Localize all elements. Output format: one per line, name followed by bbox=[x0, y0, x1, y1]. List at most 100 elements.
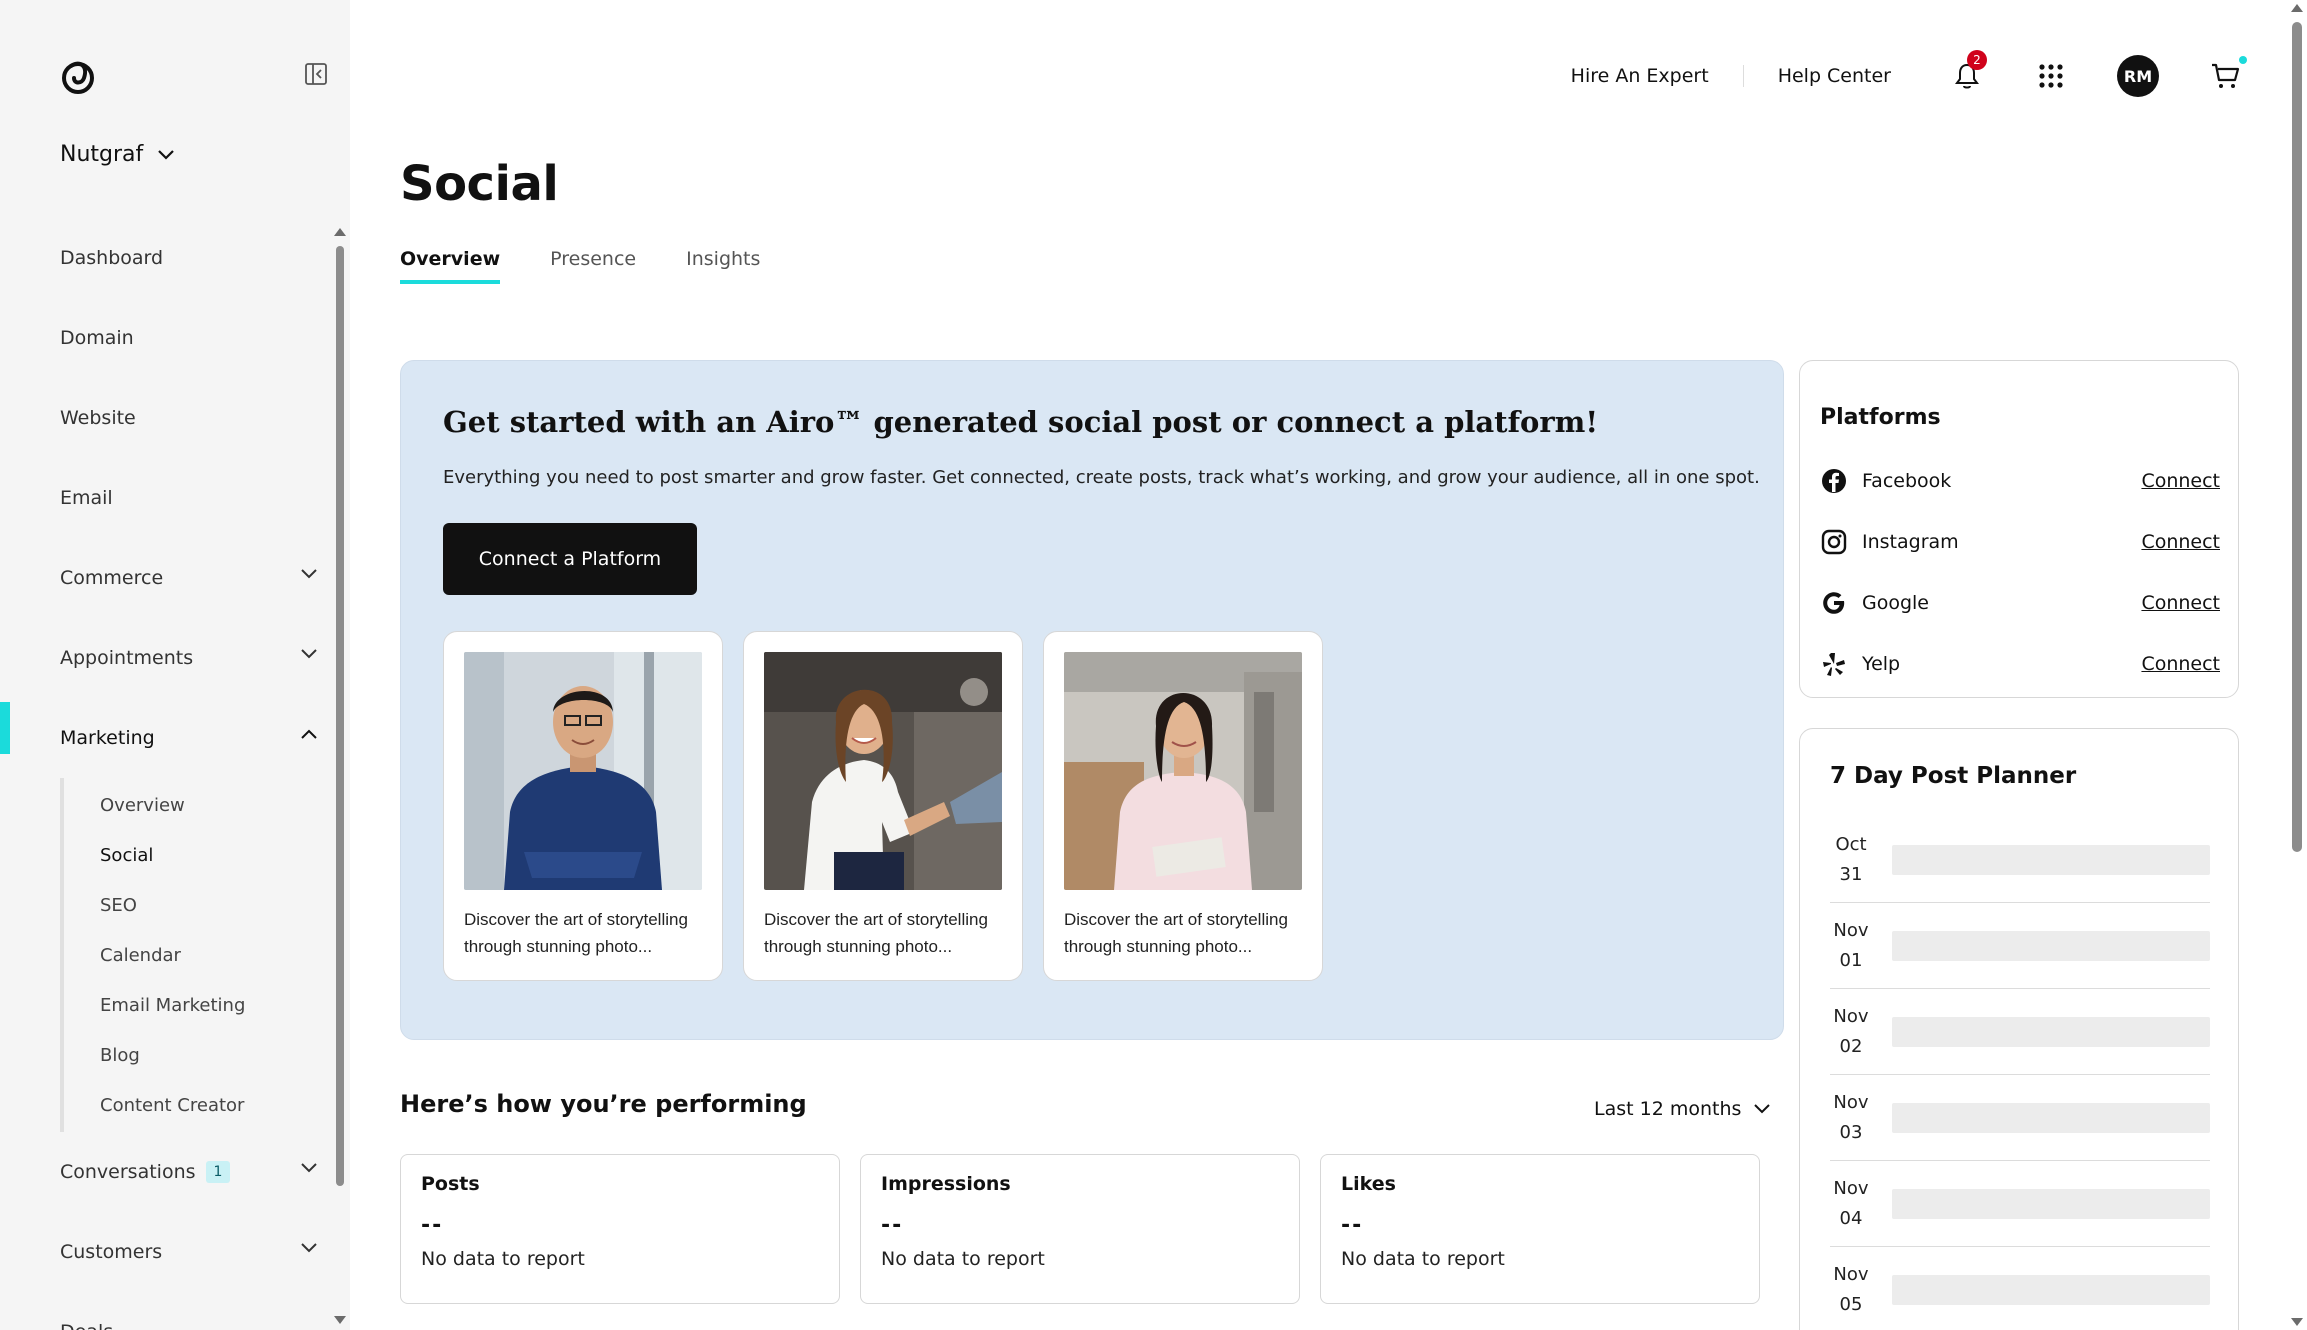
sidebar-item-customers[interactable]: Customers bbox=[0, 1212, 340, 1292]
sidebar-item-appointments[interactable]: Appointments bbox=[0, 618, 340, 698]
connect-yelp-link[interactable]: Connect bbox=[2141, 653, 2220, 675]
planner-date: Oct 31 bbox=[1830, 830, 1872, 890]
sidebar-item-marketing[interactable]: Marketing bbox=[0, 698, 340, 778]
subnav-item-content-creator[interactable]: Content Creator bbox=[64, 1080, 340, 1130]
notification-count-badge: 2 bbox=[1967, 50, 1987, 70]
connect-facebook-link[interactable]: Connect bbox=[2141, 470, 2220, 492]
planner-day-row[interactable]: Nov 05 bbox=[1830, 1247, 2210, 1330]
page-title: Social bbox=[400, 156, 559, 212]
planner-day-row[interactable]: Oct 31 bbox=[1830, 817, 2210, 903]
subnav-item-email-marketing[interactable]: Email Marketing bbox=[64, 980, 340, 1030]
notifications-button[interactable]: 2 bbox=[1949, 50, 1987, 94]
post-caption: Discover the art of storytelling through… bbox=[464, 910, 688, 956]
sidebar-item-conversations[interactable]: Conversations 1 bbox=[0, 1132, 340, 1212]
help-center-link[interactable]: Help Center bbox=[1744, 65, 1925, 87]
subnav-item-seo[interactable]: SEO bbox=[64, 880, 340, 930]
connect-instagram-link[interactable]: Connect bbox=[2141, 531, 2220, 553]
planner-day-row[interactable]: Nov 01 bbox=[1830, 903, 2210, 989]
tab-bar: Overview Presence Insights bbox=[400, 248, 760, 284]
sidebar-item-label: Marketing bbox=[60, 727, 155, 749]
page-scroll-down[interactable] bbox=[2291, 1318, 2303, 1326]
platform-name: Instagram bbox=[1862, 531, 1959, 553]
sidebar-item-label: Commerce bbox=[60, 567, 164, 589]
stat-label: Likes bbox=[1341, 1173, 1396, 1195]
stat-card-posts: Posts -- No data to report bbox=[400, 1154, 840, 1304]
planner-day-row[interactable]: Nov 02 bbox=[1830, 989, 2210, 1075]
chevron-down-icon bbox=[301, 1163, 317, 1173]
hero-title: Get started with an Airo™ generated soci… bbox=[443, 405, 1599, 439]
stat-note: No data to report bbox=[1341, 1248, 1505, 1270]
planner-month: Nov bbox=[1833, 1091, 1869, 1113]
subnav-item-social[interactable]: Social bbox=[64, 830, 340, 880]
sidebar-scroll-up[interactable] bbox=[334, 228, 346, 236]
post-card[interactable]: Discover the art of storytelling through… bbox=[1043, 631, 1323, 981]
tab-presence[interactable]: Presence bbox=[550, 248, 636, 284]
chevron-down-icon bbox=[158, 149, 175, 160]
account-name: Nutgraf bbox=[60, 142, 144, 167]
sidebar-item-label: Conversations bbox=[60, 1161, 196, 1183]
page-scroll-up[interactable] bbox=[2291, 4, 2303, 12]
platforms-panel: Platforms Facebook Connect Instagram Con… bbox=[1799, 360, 2239, 698]
logo-icon[interactable] bbox=[58, 56, 98, 96]
avatar[interactable]: RM bbox=[2117, 55, 2159, 97]
tab-overview[interactable]: Overview bbox=[400, 248, 501, 284]
unread-badge: 1 bbox=[205, 1161, 231, 1183]
planner-day-row[interactable]: Nov 04 bbox=[1830, 1161, 2210, 1247]
tab-insights[interactable]: Insights bbox=[686, 248, 760, 284]
subnav-item-overview[interactable]: Overview bbox=[64, 780, 340, 830]
sidebar-item-label: Appointments bbox=[60, 647, 194, 669]
post-card[interactable]: Discover the art of storytelling through… bbox=[443, 631, 723, 981]
sidebar-item-commerce[interactable]: Commerce bbox=[0, 538, 340, 618]
date-range-select[interactable]: Last 12 months bbox=[1594, 1098, 1771, 1120]
planner-slot-placeholder bbox=[1892, 1016, 2210, 1047]
sidebar-scroll-down[interactable] bbox=[334, 1316, 346, 1324]
planner-slot-placeholder bbox=[1892, 1102, 2210, 1133]
post-image-man bbox=[464, 652, 702, 890]
cart-button[interactable] bbox=[2207, 56, 2247, 94]
hire-expert-link[interactable]: Hire An Expert bbox=[1537, 65, 1744, 87]
connect-google-link[interactable]: Connect bbox=[2141, 592, 2220, 614]
sidebar-nav: Dashboard Domain Website Email Commerce … bbox=[0, 218, 340, 1330]
sidebar-item-website[interactable]: Website bbox=[0, 378, 340, 458]
performance-title: Here’s how you’re performing bbox=[400, 1090, 807, 1118]
sidebar-item-domain[interactable]: Domain bbox=[0, 298, 340, 378]
apps-grid-button[interactable] bbox=[2033, 58, 2069, 94]
planner-day: 02 bbox=[1839, 1035, 1863, 1057]
page-scrollbar[interactable] bbox=[2292, 22, 2302, 852]
marketing-subnav: Overview Social SEO Calendar Email Marke… bbox=[60, 778, 340, 1132]
platform-row-instagram: Instagram Connect bbox=[1820, 522, 2220, 562]
apps-grid-icon bbox=[2039, 64, 2063, 88]
generated-posts: Discover the art of storytelling through… bbox=[443, 631, 1323, 981]
top-bar: Hire An Expert Help Center 2 RM bbox=[1537, 50, 2247, 102]
subnav-item-blog[interactable]: Blog bbox=[64, 1030, 340, 1080]
connect-platform-button[interactable]: Connect a Platform bbox=[443, 523, 697, 595]
sidebar-item-deals[interactable]: Deals bbox=[0, 1292, 340, 1330]
post-card[interactable]: Discover the art of storytelling through… bbox=[743, 631, 1023, 981]
planner-day: 03 bbox=[1839, 1121, 1863, 1143]
planner-day: 31 bbox=[1839, 863, 1863, 885]
sidebar-item-email[interactable]: Email bbox=[0, 458, 340, 538]
platform-name: Yelp bbox=[1862, 653, 1901, 675]
planner-month: Nov bbox=[1833, 919, 1869, 941]
planner-month: Nov bbox=[1833, 1177, 1869, 1199]
sidebar-scrollbar[interactable] bbox=[336, 246, 344, 1186]
instagram-icon bbox=[1820, 528, 1848, 556]
account-switcher[interactable]: Nutgraf bbox=[60, 142, 175, 167]
planner-day-row[interactable]: Nov 03 bbox=[1830, 1075, 2210, 1161]
planner-title: 7 Day Post Planner bbox=[1830, 763, 2077, 789]
sidebar-item-label: Domain bbox=[60, 327, 134, 349]
planner-date: Nov 04 bbox=[1830, 1174, 1872, 1234]
sidebar-item-dashboard[interactable]: Dashboard bbox=[0, 218, 340, 298]
cart-icon bbox=[2212, 63, 2240, 88]
collapse-sidebar-icon[interactable] bbox=[304, 62, 328, 86]
planner-slot-placeholder bbox=[1892, 930, 2210, 961]
post-planner-panel: 7 Day Post Planner Oct 31 Nov 01 Nov 02 Nov… bbox=[1799, 728, 2239, 1330]
subnav-item-calendar[interactable]: Calendar bbox=[64, 930, 340, 980]
planner-month: Oct bbox=[1835, 833, 1867, 855]
planner-slot-placeholder bbox=[1892, 1188, 2210, 1219]
post-image-woman bbox=[1064, 652, 1302, 890]
sidebar-item-label: Email bbox=[60, 487, 113, 509]
get-started-panel: Get started with an Airo™ generated soci… bbox=[400, 360, 1784, 1040]
chevron-up-icon bbox=[301, 729, 317, 739]
planner-date: Nov 01 bbox=[1830, 916, 1872, 976]
